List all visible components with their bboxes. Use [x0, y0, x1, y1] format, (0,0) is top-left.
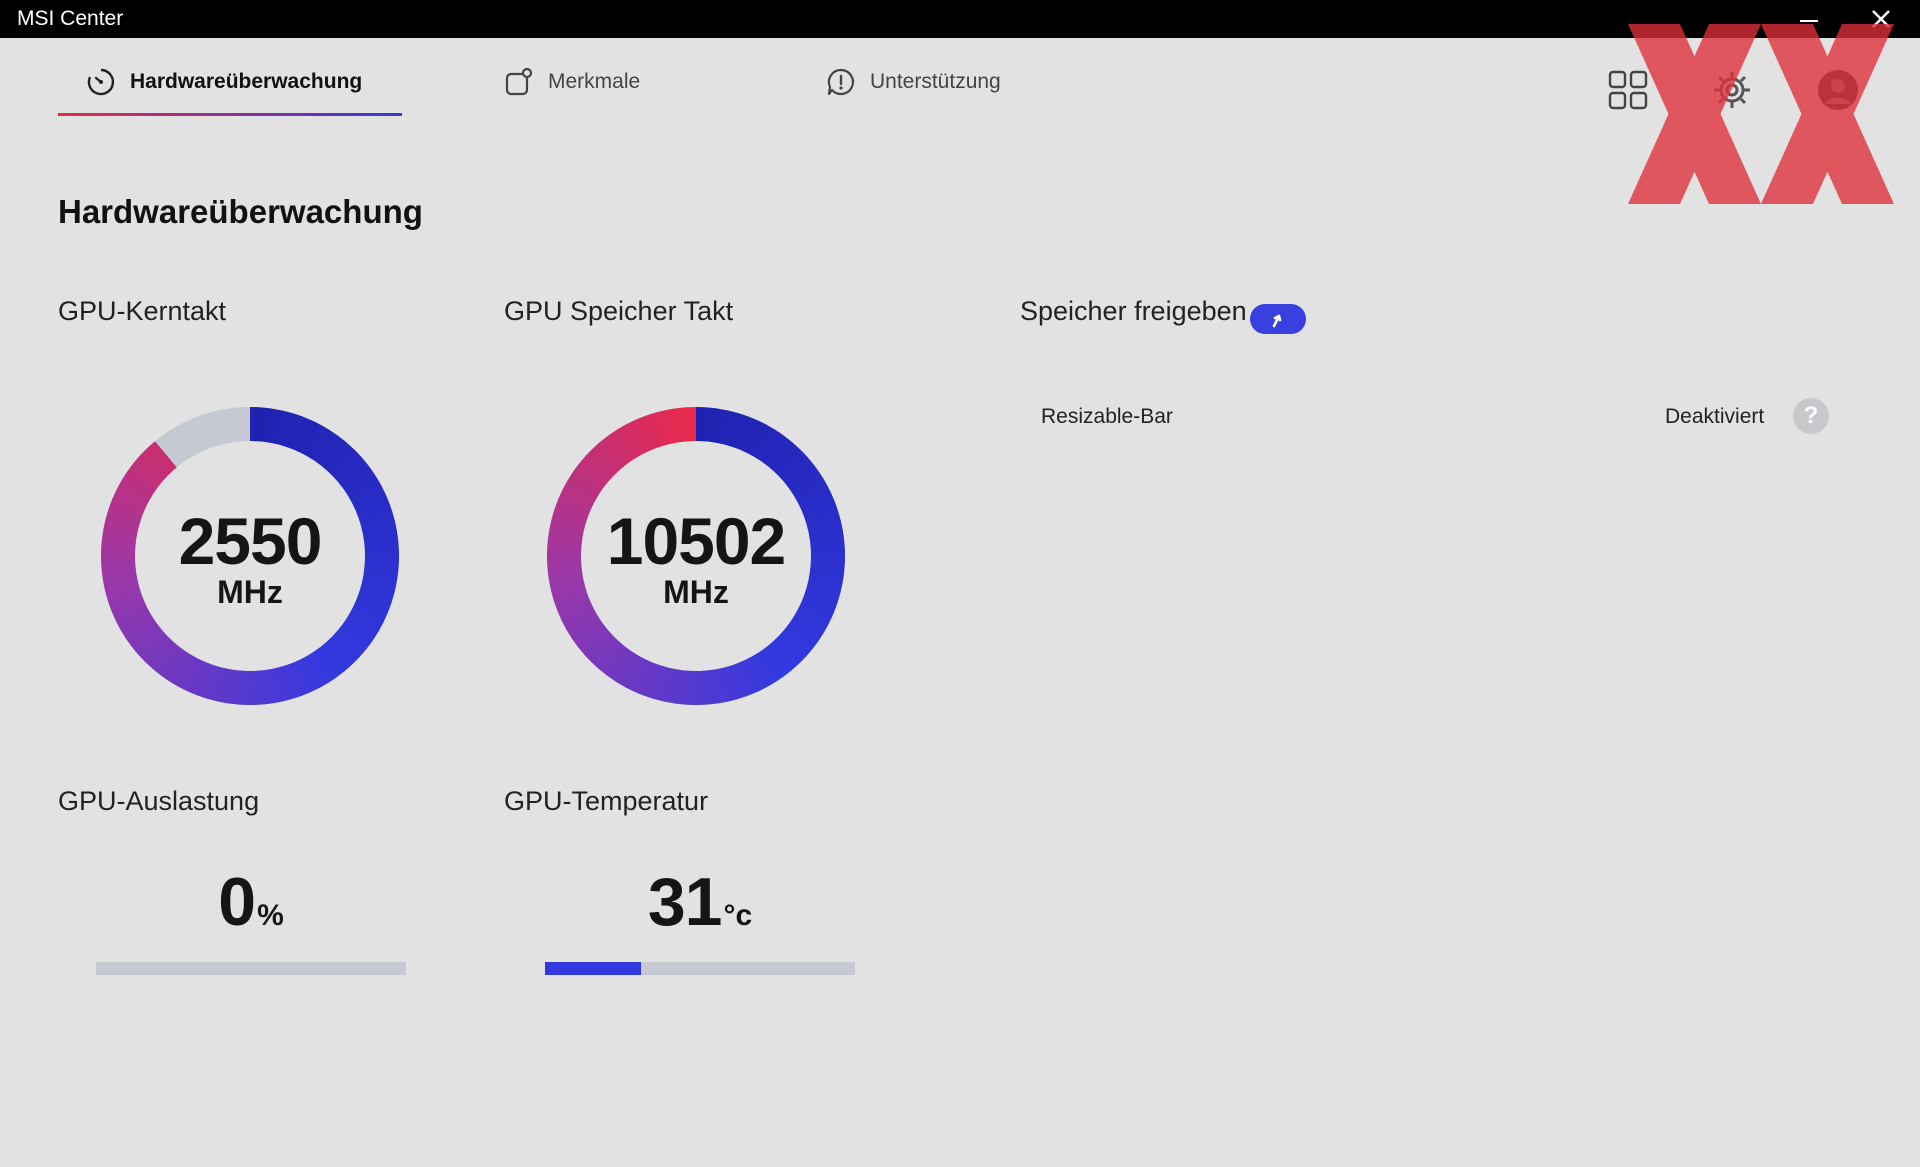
temperature-bar [545, 962, 855, 975]
tab-hardware-monitoring[interactable]: Hardwareüberwachung [86, 62, 362, 102]
support-icon [827, 68, 855, 96]
page-title: Hardwareüberwachung [58, 193, 423, 230]
memory-section-title: Speicher freigeben [1020, 296, 1247, 326]
memory-toggle-button[interactable] [1250, 304, 1306, 334]
tab-support[interactable]: Unterstützung [826, 62, 1001, 102]
temperature-bar-fill [545, 962, 642, 975]
core-clock-gauge: 2550 MHz [100, 406, 400, 706]
usage-unit: % [257, 899, 284, 932]
resizable-bar-status: Deaktiviert [1665, 405, 1765, 428]
app-title: MSI Center [17, 7, 124, 30]
core-clock-label: GPU-Kerntakt [58, 296, 227, 326]
usage-label: GPU-Auslastung [58, 786, 260, 816]
tab-features[interactable]: Merkmale [504, 62, 640, 102]
core-clock-unit: MHz [217, 574, 283, 610]
memory-clock-value: 10502 [606, 504, 787, 578]
question-glyph: ? [1803, 402, 1819, 429]
temperature-unit: °c [723, 899, 753, 932]
memory-clock-unit: MHz [663, 574, 729, 610]
memory-clock-gauge: 10502 MHz [546, 406, 846, 706]
usage-value: 0 [218, 864, 256, 940]
tab-label: Merkmale [548, 70, 641, 93]
core-clock-value: 2550 [178, 504, 323, 578]
active-tab-indicator [58, 113, 402, 116]
memory-clock-label: GPU Speicher Takt [504, 296, 734, 326]
feature-icon [505, 67, 533, 96]
temperature-label: GPU-Temperatur [504, 786, 709, 816]
usage-bar [96, 962, 406, 975]
temperature-readout: 31 °c [545, 868, 855, 936]
tab-label: Unterstützung [870, 70, 1001, 93]
resizable-bar-label: Resizable-Bar [1041, 405, 1173, 428]
question-icon[interactable]: ? [1793, 398, 1829, 434]
temperature-value: 31 [647, 864, 723, 940]
usage-readout: 0 % [96, 868, 406, 936]
watermark-logo [1628, 24, 1894, 204]
tab-label: Hardwareüberwachung [130, 70, 363, 93]
gauge-icon [87, 68, 115, 96]
arrow-up-icon [1272, 314, 1282, 328]
